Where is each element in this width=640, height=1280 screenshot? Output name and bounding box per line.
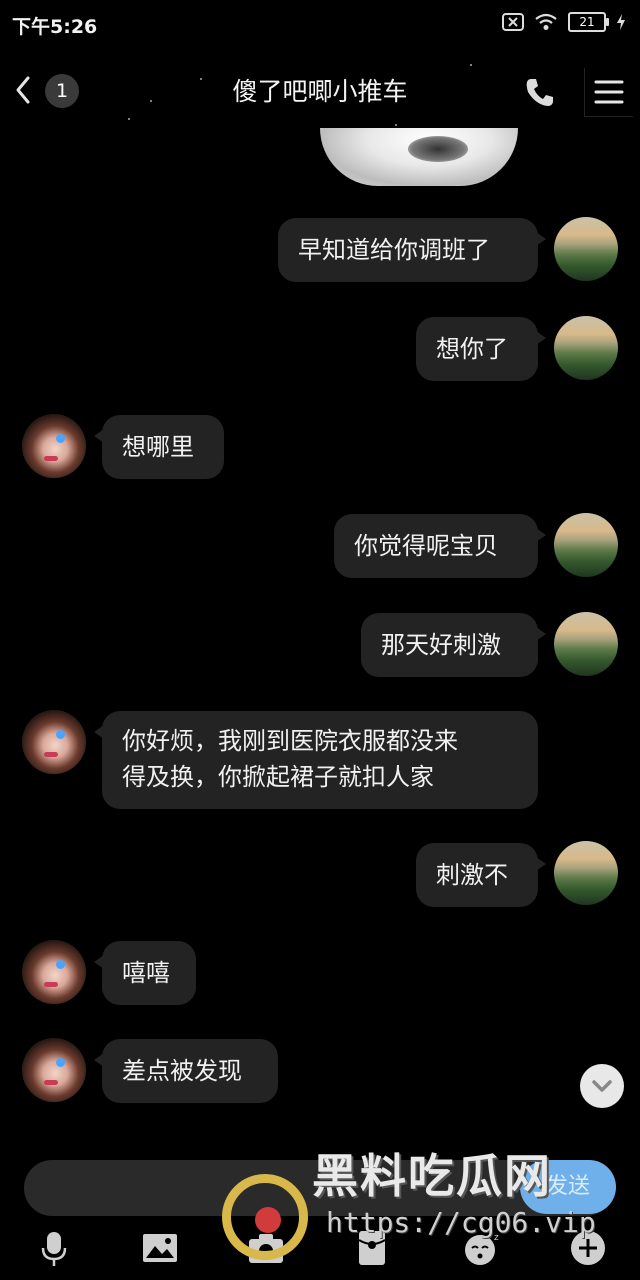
image-message[interactable] (320, 128, 518, 186)
microphone-icon (41, 1232, 67, 1266)
menu-icon (594, 80, 624, 104)
unread-count-badge[interactable]: 1 (45, 74, 79, 108)
message-bubble-incoming[interactable]: 想哪里 (94, 415, 224, 479)
avatar-contact[interactable] (22, 940, 86, 1004)
star-decoration (395, 124, 397, 126)
chevron-down-icon (592, 1080, 612, 1092)
message-bubble-outgoing[interactable]: 早知道给你调班了 (278, 218, 546, 282)
avatar-self[interactable] (554, 217, 618, 281)
back-button[interactable] (8, 70, 42, 110)
message-bubble-outgoing[interactable]: 那天好刺激 (361, 613, 546, 677)
star-decoration (128, 118, 130, 120)
avatar-contact[interactable] (22, 710, 86, 774)
watermark-logo (222, 1174, 308, 1260)
message-bubble-outgoing[interactable]: 你觉得呢宝贝 (334, 514, 546, 578)
battery-indicator: 21 (568, 12, 609, 32)
avatar-contact[interactable] (22, 414, 86, 478)
watermark-title: 黑料吃瓜网 (312, 1149, 552, 1203)
message-bubble-incoming[interactable]: 嘻嘻 (94, 941, 196, 1005)
avatar-self[interactable] (554, 513, 618, 577)
message-bubble-incoming[interactable]: 差点被发现 (94, 1039, 278, 1103)
image-picker-button[interactable] (140, 1228, 180, 1268)
sim-off-icon (502, 13, 524, 31)
wifi-icon (535, 13, 557, 30)
message-bubble-outgoing[interactable]: 刺激不 (416, 843, 546, 907)
message-line: 你好烦，我刚到医院衣服都没来 (122, 727, 458, 755)
avatar-self[interactable] (554, 612, 618, 676)
watermark-url: https://cg06.vip (326, 1206, 596, 1239)
scroll-to-bottom-button[interactable] (580, 1064, 624, 1108)
message-line: 得及换，你掀起裙子就扣人家 (122, 763, 434, 791)
image-icon (143, 1234, 177, 1262)
voice-input-button[interactable] (34, 1228, 74, 1268)
status-icons: 21 (502, 12, 626, 32)
avatar-contact[interactable] (22, 1038, 86, 1102)
more-menu-button[interactable] (584, 68, 633, 117)
chevron-left-icon (16, 76, 30, 104)
voice-call-button[interactable] (522, 74, 558, 110)
star-decoration (470, 64, 472, 66)
avatar-self[interactable] (554, 316, 618, 380)
message-bubble-incoming[interactable]: 你好烦，我刚到医院衣服都没来 得及换，你掀起裙子就扣人家 (94, 711, 538, 809)
charging-icon (617, 14, 625, 30)
status-time: 下午5:26 (12, 16, 98, 38)
star-decoration (150, 100, 152, 102)
phone-icon (526, 79, 553, 106)
star-decoration (200, 78, 202, 80)
avatar-self[interactable] (554, 841, 618, 905)
message-bubble-outgoing[interactable]: 想你了 (416, 317, 546, 381)
